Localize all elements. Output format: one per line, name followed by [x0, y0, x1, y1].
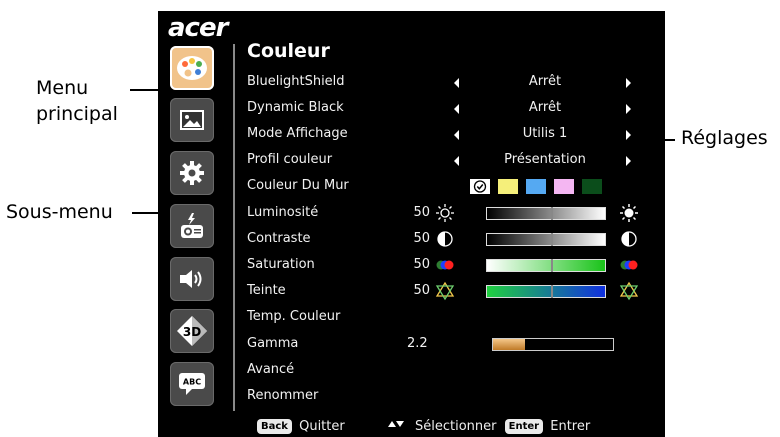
setting-row-couleur-du-mur[interactable]: Couleur Du Mur — [247, 173, 657, 199]
setting-label: Dynamic Black — [247, 100, 344, 115]
back-key-badge: Back — [257, 418, 292, 434]
setting-value: 50 — [413, 257, 430, 272]
3d-icon[interactable]: 3D — [170, 309, 214, 353]
arrow-right-icon[interactable] — [626, 156, 631, 166]
setting-row-temp-couleur[interactable]: Temp. Couleur — [247, 304, 657, 330]
contrast-high-icon — [621, 231, 637, 247]
setting-value: 50 — [413, 205, 430, 220]
image-icon[interactable] — [170, 98, 214, 142]
menu-divider — [233, 44, 235, 411]
setting-label: Avancé — [247, 362, 295, 377]
arrow-left-icon[interactable] — [454, 104, 459, 114]
abc-speech-icon[interactable]: ABC — [170, 362, 214, 406]
slider-marker[interactable] — [551, 207, 553, 220]
setting-row-saturation[interactable]: Saturation 50 — [247, 252, 657, 278]
setting-row-luminosite[interactable]: Luminosité 50 — [247, 200, 657, 226]
setting-label: BluelightShield — [247, 74, 345, 89]
rgb-circles-icon — [620, 260, 638, 270]
arrow-left-icon[interactable] — [454, 130, 459, 140]
setting-label: Saturation — [247, 257, 315, 272]
palette-icon[interactable] — [170, 46, 214, 90]
wall-color-swatch-yellow[interactable] — [498, 179, 518, 194]
setting-row-profil-couleur[interactable]: Profil couleur Présentation — [247, 147, 657, 173]
wall-color-swatch-blue[interactable] — [526, 179, 546, 194]
arrow-right-icon[interactable] — [626, 104, 631, 114]
slider-marker[interactable] — [551, 285, 553, 298]
wall-color-swatch-green[interactable] — [582, 179, 602, 194]
contrast-slider[interactable] — [486, 233, 606, 246]
brightness-slider[interactable] — [486, 207, 606, 220]
hue-star-icon — [435, 281, 455, 301]
svg-text:ABC: ABC — [183, 378, 201, 387]
gear-icon[interactable] — [170, 151, 214, 195]
arrow-left-icon[interactable] — [454, 78, 459, 88]
slider-marker[interactable] — [551, 233, 553, 246]
setting-value: Utilis 1 — [522, 126, 568, 141]
arrow-right-icon[interactable] — [626, 130, 631, 140]
wall-color-swatch-white[interactable] — [470, 179, 490, 194]
setting-row-mode-affichage[interactable]: Mode Affichage Utilis 1 — [247, 121, 657, 147]
gamma-bar-fill — [493, 339, 526, 350]
sun-outline-icon — [436, 204, 454, 222]
hue-star-icon — [619, 281, 639, 301]
gamma-bar[interactable] — [492, 338, 614, 351]
setting-label: Temp. Couleur — [247, 309, 341, 324]
setting-value: 50 — [413, 283, 430, 298]
arrow-left-icon[interactable] — [454, 156, 459, 166]
svg-text:3D: 3D — [183, 325, 201, 339]
setting-value: Présentation — [504, 152, 586, 167]
rgb-circles-icon — [436, 260, 454, 270]
projector-icon[interactable] — [170, 204, 214, 248]
setting-label: Luminosité — [247, 205, 319, 220]
setting-row-gamma[interactable]: Gamma 2.2 — [247, 331, 657, 357]
sun-filled-icon — [620, 204, 638, 222]
hue-slider[interactable] — [486, 285, 606, 298]
saturation-slider[interactable] — [486, 259, 606, 272]
callout-reglages: Réglages — [681, 127, 768, 149]
page-title: Couleur — [247, 40, 330, 62]
acer-logo: acer — [168, 13, 228, 43]
setting-label: Couleur Du Mur — [247, 178, 349, 193]
setting-value: Arrêt — [528, 100, 562, 115]
setting-row-teinte[interactable]: Teinte 50 — [247, 278, 657, 304]
setting-value: 50 — [413, 231, 430, 246]
setting-label: Contraste — [247, 231, 311, 246]
setting-row-bluelightshield[interactable]: BluelightShield Arrêt — [247, 69, 657, 95]
speaker-icon[interactable] — [170, 257, 214, 301]
select-hint: Sélectionner — [415, 418, 497, 434]
wall-color-swatch-pink[interactable] — [554, 179, 574, 194]
setting-row-dynamic-black[interactable]: Dynamic Black Arrêt — [247, 95, 657, 121]
quit-hint: Quitter — [299, 418, 345, 434]
footer-hints: Back Quitter Sélectionner Enter Entrer — [233, 416, 663, 436]
callout-sous-menu: Sous-menu — [6, 201, 113, 223]
setting-label: Gamma — [247, 336, 299, 351]
setting-label: Mode Affichage — [247, 126, 348, 141]
contrast-low-icon — [437, 231, 453, 247]
setting-row-contraste[interactable]: Contraste 50 — [247, 226, 657, 252]
setting-label: Profil couleur — [247, 152, 333, 167]
enter-hint: Entrer — [550, 418, 591, 434]
setting-row-renommer[interactable]: Renommer — [247, 383, 657, 409]
setting-label: Teinte — [247, 283, 286, 298]
osd-menu: acer 3D ABC Couleur BluelightShield Arrê… — [158, 11, 665, 437]
slider-marker[interactable] — [551, 259, 553, 272]
enter-key-badge: Enter — [504, 418, 544, 434]
arrow-right-icon[interactable] — [626, 78, 631, 88]
setting-row-avance[interactable]: Avancé — [247, 357, 657, 383]
setting-value: 2.2 — [407, 336, 428, 351]
setting-value: Arrêt — [528, 74, 562, 89]
setting-label: Renommer — [247, 388, 319, 403]
callout-menu-principal: Menu principal — [36, 77, 118, 125]
up-down-arrows-icon — [387, 416, 405, 436]
